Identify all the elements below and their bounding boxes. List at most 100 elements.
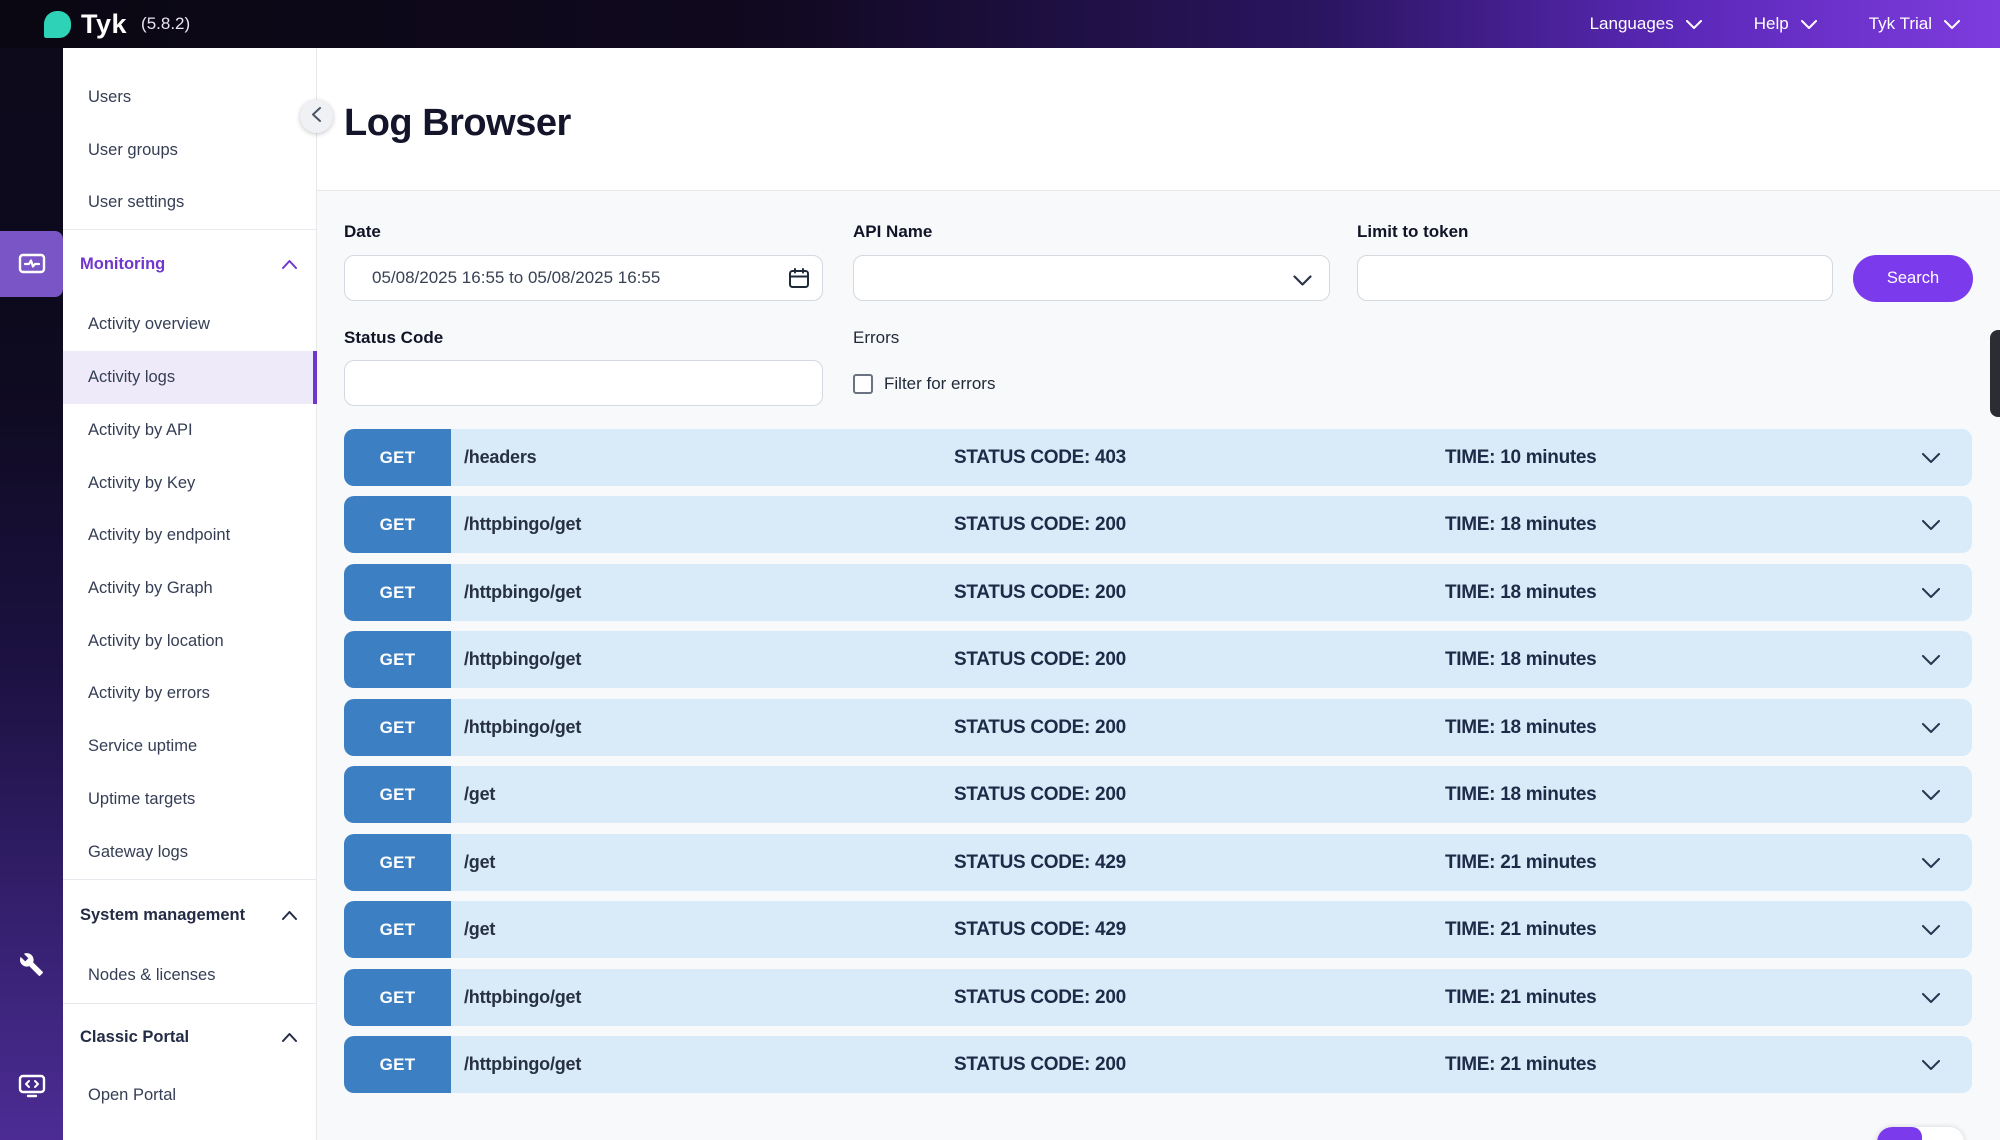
status-code: STATUS CODE: 429 (954, 901, 1126, 958)
sidebar-item-label: Activity by location (88, 632, 224, 650)
status-code: STATUS CODE: 200 (954, 631, 1126, 688)
request-time: TIME: 21 minutes (1445, 834, 1596, 891)
sidebar-item-label: Nodes & licenses (88, 966, 215, 984)
sidebar-item-user-settings[interactable]: User settings (63, 176, 317, 229)
brand[interactable]: Tyk (5.8.2) (44, 9, 190, 40)
request-time: TIME: 18 minutes (1445, 766, 1596, 823)
chevron-down-icon[interactable] (1922, 834, 1940, 891)
log-row[interactable]: GET /get STATUS CODE: 429 TIME: 21 minut… (344, 834, 1972, 891)
sidebar-item-activity-by-api[interactable]: Activity by API (63, 404, 317, 457)
floating-widget[interactable] (1877, 1127, 1964, 1140)
sidebar-item-label: Gateway logs (88, 843, 188, 861)
sidebar-item-activity-by-key[interactable]: Activity by Key (63, 457, 317, 510)
sidebar-item-uptime-targets[interactable]: Uptime targets (63, 773, 317, 826)
sidebar-item-activity-by-location[interactable]: Activity by location (63, 615, 317, 668)
brand-name: Tyk (81, 9, 127, 40)
sidebar-item-activity-by-errors[interactable]: Activity by errors (63, 667, 317, 720)
sidebar-section-monitoring[interactable]: Monitoring (63, 238, 317, 291)
filter-for-errors-checkbox[interactable] (853, 374, 873, 394)
page-title: Log Browser (344, 102, 571, 145)
log-row[interactable]: GET /headers STATUS CODE: 403 TIME: 10 m… (344, 429, 1972, 486)
chevron-down-icon[interactable] (1922, 631, 1940, 688)
log-row[interactable]: GET /get STATUS CODE: 429 TIME: 21 minut… (344, 901, 1972, 958)
sidebar-item-gateway-logs[interactable]: Gateway logs (63, 826, 317, 879)
sidebar-section-system-management[interactable]: System management (63, 889, 317, 942)
request-time: TIME: 18 minutes (1445, 631, 1596, 688)
menu-languages-label: Languages (1590, 14, 1674, 34)
request-time: TIME: 18 minutes (1445, 564, 1596, 621)
sidebar-item-activity-by-graph[interactable]: Activity by Graph (63, 562, 317, 615)
log-row[interactable]: GET /httpbingo/get STATUS CODE: 200 TIME… (344, 496, 1972, 553)
topbar-menu: Languages Help Tyk Trial (1590, 0, 1960, 48)
sidebar-divider (63, 1003, 317, 1004)
chevron-down-icon[interactable] (1922, 496, 1940, 553)
date-range-input[interactable] (344, 255, 823, 301)
log-row-body: /get STATUS CODE: 429 TIME: 21 minutes (451, 901, 1972, 958)
http-method-badge: GET (344, 699, 451, 756)
limit-to-token-input[interactable] (1357, 255, 1833, 301)
sidebar-item-activity-by-endpoint[interactable]: Activity by endpoint (63, 509, 317, 562)
log-row[interactable]: GET /get STATUS CODE: 200 TIME: 18 minut… (344, 766, 1972, 823)
sidebar-item-service-uptime[interactable]: Service uptime (63, 720, 317, 773)
request-time: TIME: 18 minutes (1445, 699, 1596, 756)
status-code-label: Status Code (344, 328, 443, 348)
sidebar-item-users[interactable]: Users (63, 71, 317, 124)
status-code: STATUS CODE: 200 (954, 766, 1126, 823)
sidebar-collapse-button[interactable] (300, 100, 333, 133)
menu-languages[interactable]: Languages (1590, 14, 1702, 34)
topbar: Tyk (5.8.2) Languages Help Tyk Trial (0, 0, 2000, 48)
menu-help[interactable]: Help (1754, 14, 1817, 34)
sidebar-item-nodes-licenses[interactable]: Nodes & licenses (63, 949, 317, 1002)
chevron-down-icon[interactable] (1922, 1036, 1940, 1093)
sidebar-item-label: Uptime targets (88, 790, 195, 808)
chevron-down-icon[interactable] (1922, 699, 1940, 756)
system-management-wrench-icon[interactable] (0, 931, 63, 997)
menu-tyk-trial[interactable]: Tyk Trial (1869, 14, 1960, 34)
log-row[interactable]: GET /httpbingo/get STATUS CODE: 200 TIME… (344, 564, 1972, 621)
chevron-down-icon[interactable] (1922, 429, 1940, 486)
sidebar: Users User groups User settings Monitori… (63, 48, 317, 1140)
http-method-badge: GET (344, 969, 451, 1026)
floating-widget-accent (1877, 1127, 1922, 1140)
request-path: /get (464, 901, 495, 958)
request-path: /headers (464, 429, 536, 486)
http-method-badge: GET (344, 496, 451, 553)
sidebar-divider (63, 229, 317, 230)
chevron-down-icon[interactable] (1922, 969, 1940, 1026)
request-path: /httpbingo/get (464, 564, 581, 621)
sidebar-item-label: Activity by Key (88, 474, 195, 492)
log-row[interactable]: GET /httpbingo/get STATUS CODE: 200 TIME… (344, 631, 1972, 688)
sidebar-item-label: User settings (88, 193, 184, 211)
log-row[interactable]: GET /httpbingo/get STATUS CODE: 200 TIME… (344, 699, 1972, 756)
main-header: Log Browser (317, 48, 2000, 191)
sidebar-section-label: Classic Portal (80, 1028, 189, 1046)
chevron-down-icon (1944, 20, 1960, 29)
sidebar-item-user-groups[interactable]: User groups (63, 124, 317, 177)
chevron-down-icon[interactable] (1922, 564, 1940, 621)
status-code: STATUS CODE: 200 (954, 496, 1126, 553)
request-time: TIME: 21 minutes (1445, 901, 1596, 958)
request-time: TIME: 10 minutes (1445, 429, 1596, 486)
sidebar-item-activity-logs[interactable]: Activity logs (63, 351, 317, 404)
request-time: TIME: 21 minutes (1445, 969, 1596, 1026)
filter-for-errors-checkbox-row[interactable]: Filter for errors (853, 374, 995, 394)
log-row-body: /get STATUS CODE: 200 TIME: 18 minutes (451, 766, 1972, 823)
sidebar-section-classic-portal[interactable]: Classic Portal (63, 1011, 317, 1064)
classic-portal-icon[interactable] (0, 1053, 63, 1119)
log-row[interactable]: GET /httpbingo/get STATUS CODE: 200 TIME… (344, 969, 1972, 1026)
chevron-down-icon[interactable] (1922, 766, 1940, 823)
status-code-input[interactable] (344, 360, 823, 406)
request-time: TIME: 18 minutes (1445, 496, 1596, 553)
vertical-scrollbar-thumb[interactable] (1990, 330, 2000, 417)
api-name-select[interactable] (853, 255, 1330, 301)
search-button[interactable]: Search (1853, 255, 1973, 302)
sidebar-item-activity-overview[interactable]: Activity overview (63, 298, 317, 351)
icon-rail (0, 48, 63, 1140)
log-row[interactable]: GET /httpbingo/get STATUS CODE: 200 TIME… (344, 1036, 1972, 1093)
menu-tyk-trial-label: Tyk Trial (1869, 14, 1932, 34)
errors-label: Errors (853, 328, 899, 348)
chevron-down-icon[interactable] (1922, 901, 1940, 958)
sidebar-item-open-portal[interactable]: Open Portal (63, 1069, 317, 1122)
monitoring-icon[interactable] (0, 231, 63, 297)
sidebar-section-label: System management (80, 906, 245, 924)
